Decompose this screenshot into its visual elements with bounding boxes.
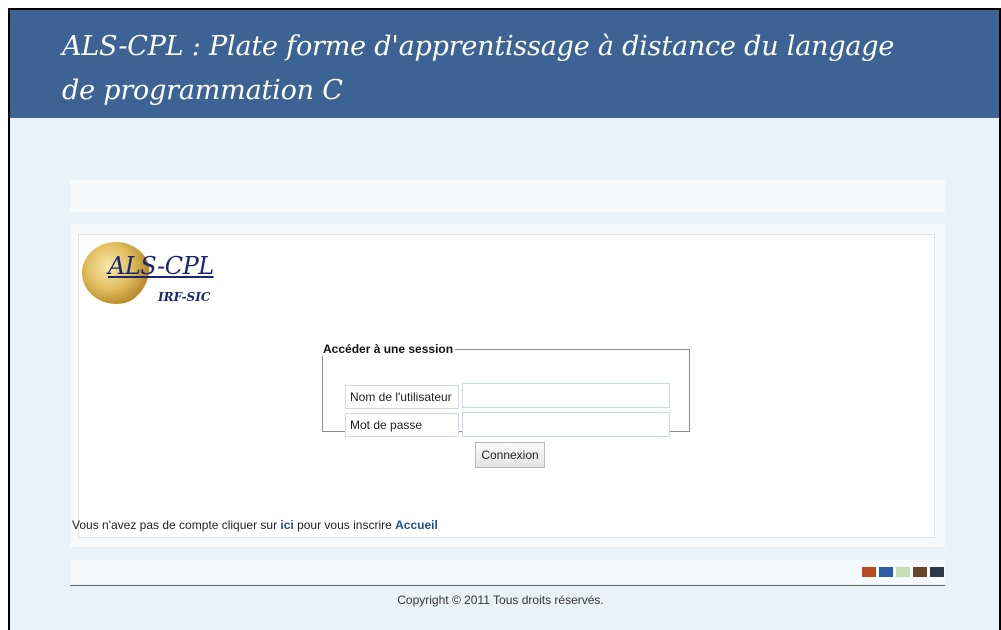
swatch-5 xyxy=(930,567,944,577)
footer-bar xyxy=(70,560,945,584)
password-label: Mot de passe xyxy=(345,413,459,437)
password-input[interactable] xyxy=(462,412,670,437)
nav-strip xyxy=(70,180,945,212)
home-link[interactable]: Accueil xyxy=(395,518,438,532)
register-middle-text: pour vous inscrire xyxy=(293,518,396,532)
swatch-4 xyxy=(913,567,927,577)
username-input[interactable] xyxy=(462,383,670,408)
logo-main-text: ALS-CPL xyxy=(108,252,214,280)
connexion-button[interactable]: Connexion xyxy=(475,442,545,468)
swatch-3 xyxy=(896,567,910,577)
copyright-text: Copyright © 2011 Tous droits réservés. xyxy=(397,593,604,607)
register-line: Vous n'avez pas de compte cliquer sur ic… xyxy=(72,518,438,532)
logo-sub-text: IRF-SIC xyxy=(158,290,211,304)
color-swatches xyxy=(862,567,944,577)
swatch-1 xyxy=(862,567,876,577)
register-prefix-text: Vous n'avez pas de compte cliquer sur xyxy=(72,518,281,532)
swatch-2 xyxy=(879,567,893,577)
login-legend: Accéder à une session xyxy=(323,342,454,356)
username-label: Nom de l'utilisateur xyxy=(345,385,459,409)
footer-divider xyxy=(70,585,945,586)
page-title: ALS-CPL : Plate forme d'apprentissage à … xyxy=(62,31,895,106)
register-link[interactable]: ici xyxy=(280,518,293,532)
als-cpl-logo: ALS-CPL IRF-SIC xyxy=(80,240,240,310)
